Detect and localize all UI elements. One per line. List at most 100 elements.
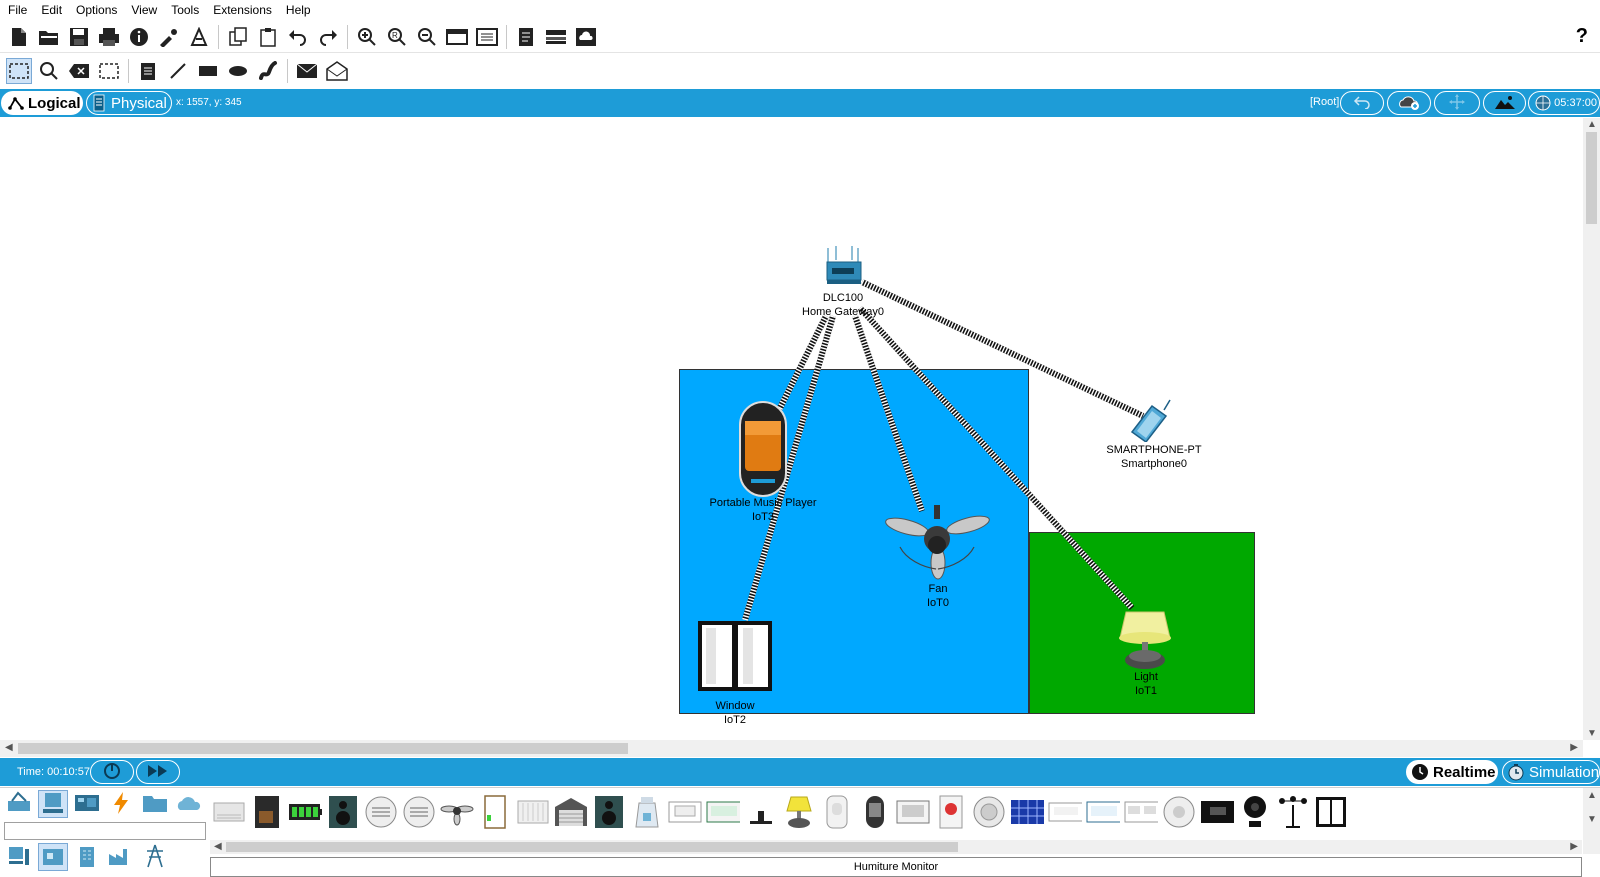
menu-view[interactable]: View [131, 3, 157, 17]
palette-scroll-right-icon[interactable]: ▶ [1570, 841, 1578, 852]
line-icon[interactable] [165, 58, 191, 84]
complex-pdu-icon[interactable] [324, 58, 350, 84]
power-grid-subcategory[interactable] [140, 843, 170, 871]
home-gateway-icon[interactable] [824, 246, 864, 291]
paste-icon[interactable] [255, 24, 281, 50]
vertical-scroll-thumb[interactable] [1586, 132, 1597, 224]
copy-icon[interactable] [225, 24, 251, 50]
connections-category[interactable] [106, 790, 136, 818]
palette-horizontal-scrollbar[interactable]: ◀ ▶ [210, 840, 1582, 854]
rectangle-icon[interactable] [195, 58, 221, 84]
custom-device-icon[interactable] [186, 24, 212, 50]
scroll-right-icon[interactable]: ▶ [1570, 742, 1578, 753]
home-subcategory[interactable] [38, 843, 68, 871]
menu-options[interactable]: Options [76, 3, 117, 17]
ellipse-icon[interactable] [225, 58, 251, 84]
end-devices-subcategory-pc[interactable] [4, 843, 34, 871]
move-object-button[interactable] [1434, 91, 1480, 115]
select-icon[interactable] [6, 58, 32, 84]
components-category[interactable] [72, 790, 102, 818]
battery-icon[interactable] [288, 794, 322, 830]
root-breadcrumb[interactable]: [Root] [1310, 96, 1339, 108]
trip-sensor-icon[interactable] [1124, 794, 1158, 830]
activity-wizard-icon[interactable] [156, 24, 182, 50]
industrial-subcategory[interactable] [106, 843, 136, 871]
lamp-icon[interactable] [1112, 608, 1178, 675]
help-button[interactable]: ? [1576, 25, 1588, 48]
logical-tab[interactable]: Logical [1, 91, 83, 115]
smartphone-icon[interactable] [1126, 398, 1186, 445]
print-icon[interactable] [96, 24, 122, 50]
note-icon[interactable] [135, 58, 161, 84]
zoom-in-icon[interactable] [354, 24, 380, 50]
undo-icon[interactable] [285, 24, 311, 50]
water-level-monitor-icon[interactable] [1162, 794, 1196, 830]
menu-file[interactable]: File [8, 3, 27, 17]
co-detector-icon[interactable] [364, 794, 398, 830]
realtime-mode-button[interactable]: Realtime [1406, 760, 1498, 784]
smart-city-subcategory[interactable] [72, 843, 102, 871]
horizontal-scroll-thumb[interactable] [18, 743, 628, 754]
window-palette-icon[interactable] [1314, 794, 1348, 830]
workspace-horizontal-scrollbar[interactable]: ◀ ▶ [0, 740, 1583, 757]
set-background-button[interactable] [1483, 91, 1526, 115]
lcd-monitor-icon[interactable] [706, 794, 740, 830]
logical-workspace[interactable]: DLC100 Home Gateway0 SMARTPHONE-PT Smart… [0, 118, 1583, 740]
open-folder-icon[interactable] [36, 24, 62, 50]
palette-scroll-down-icon[interactable]: ▼ [1587, 814, 1597, 825]
delete-icon[interactable] [66, 58, 92, 84]
misc-category[interactable] [140, 790, 170, 818]
lawn-sprinkler-icon[interactable] [744, 794, 778, 830]
speaker-2-icon[interactable] [592, 794, 626, 830]
door-icon[interactable] [478, 794, 512, 830]
scroll-left-icon[interactable]: ◀ [5, 742, 13, 753]
network-devices-category[interactable] [4, 790, 34, 818]
simulation-mode-button[interactable]: Simulation [1502, 760, 1600, 784]
fast-forward-button[interactable] [136, 760, 180, 784]
smoke-detector-icon[interactable] [972, 794, 1006, 830]
ceiling-fan-palette-icon[interactable] [440, 794, 474, 830]
humiture-monitor-icon[interactable] [668, 794, 702, 830]
menu-extensions[interactable]: Extensions [213, 3, 272, 17]
redo-icon[interactable] [315, 24, 341, 50]
palette-scroll-left-icon[interactable]: ◀ [214, 841, 222, 852]
palette-scroll-thumb[interactable] [226, 842, 958, 852]
menu-tools[interactable]: Tools [171, 3, 199, 17]
zoom-reset-icon[interactable]: R [384, 24, 410, 50]
save-icon[interactable] [66, 24, 92, 50]
menu-edit[interactable]: Edit [41, 3, 62, 17]
humidifier-icon[interactable] [630, 794, 664, 830]
new-file-icon[interactable] [6, 24, 32, 50]
co2-detector-icon[interactable] [402, 794, 436, 830]
scroll-up-icon[interactable]: ▲ [1587, 119, 1597, 130]
power-cycle-button[interactable] [90, 760, 134, 784]
viewport-clock[interactable]: 05:37:00 [1528, 91, 1600, 115]
cloud-icon[interactable] [573, 24, 599, 50]
scroll-down-icon[interactable]: ▼ [1587, 728, 1597, 739]
window-icon[interactable] [697, 620, 773, 695]
webcam-icon[interactable] [1238, 794, 1272, 830]
simple-pdu-icon[interactable] [294, 58, 320, 84]
workspace-vertical-scrollbar[interactable]: ▲ ▼ [1583, 118, 1600, 740]
back-button[interactable] [1340, 91, 1384, 115]
network-info-icon[interactable] [543, 24, 569, 50]
speaker-icon[interactable] [326, 794, 360, 830]
air-conditioner-icon[interactable] [212, 794, 246, 830]
coffee-maker-icon[interactable] [250, 794, 284, 830]
garage-door-icon[interactable] [554, 794, 588, 830]
portable-music-player-icon[interactable] [739, 401, 787, 500]
menu-help[interactable]: Help [286, 3, 311, 17]
inspect-icon[interactable] [36, 58, 62, 84]
freeform-icon[interactable] [255, 58, 281, 84]
solar-panel-icon[interactable] [1010, 794, 1044, 830]
siren-icon[interactable] [934, 794, 968, 830]
drawing-palette-icon[interactable] [444, 24, 470, 50]
viewport-icon[interactable] [513, 24, 539, 50]
zoom-out-icon[interactable] [414, 24, 440, 50]
physical-tab[interactable]: Physical [86, 91, 172, 115]
lamp-palette-icon[interactable] [782, 794, 816, 830]
new-cluster-button[interactable] [1387, 91, 1431, 115]
palette-scroll-up-icon[interactable]: ▲ [1587, 790, 1597, 801]
end-devices-category[interactable] [38, 790, 68, 818]
palette-vertical-scrollbar[interactable]: ▲ ▼ [1583, 788, 1600, 854]
